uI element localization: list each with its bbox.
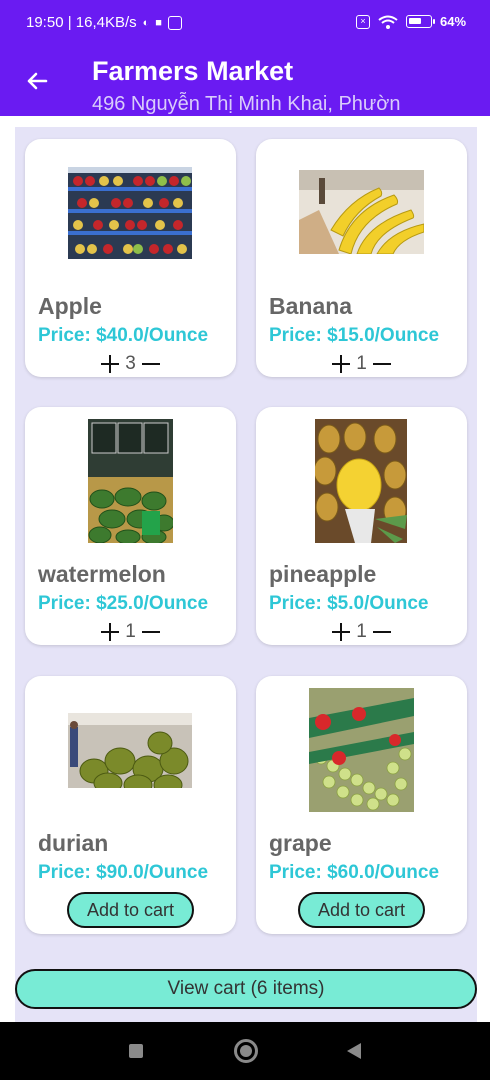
product-name: durian [38,830,109,856]
app-icon [167,15,182,30]
plus-icon[interactable] [101,623,120,641]
product-card-durian[interactable]: durian Price: $90.0/Ounce Add to cart [25,676,236,934]
product-grid: Apple Price: $40.0/Ounce 3 Banana Price:… [15,127,477,1022]
product-card-apple[interactable]: Apple Price: $40.0/Ounce 3 [25,139,236,377]
back-button[interactable] [20,64,54,98]
plus-icon[interactable] [332,623,351,641]
arrow-left-icon [27,72,48,90]
grape-image [309,688,414,812]
page-title: Farmers Market [92,56,294,86]
product-name: watermelon [38,561,166,587]
system-nav-bar [0,1022,490,1080]
quantity-stepper: 1 [256,621,467,643]
battery-percent: 64% [439,14,466,29]
status-right: × 64% [355,14,466,29]
plus-icon[interactable] [332,355,351,373]
view-cart-button[interactable]: View cart (6 items) [15,969,477,1009]
battery-fill [408,18,422,24]
notification-icon: ◐ [142,16,150,29]
minus-icon[interactable] [141,355,160,373]
product-name: Apple [38,293,102,319]
product-card-pineapple[interactable]: pineapple Price: $5.0/Ounce 1 [256,407,467,645]
battery-icon [405,15,435,28]
durian-image [68,713,192,788]
minus-icon[interactable] [372,355,391,373]
store-address: 496 Nguyễn Thị Minh Khai, Phườn [92,93,401,115]
product-price: Price: $25.0/Ounce [38,593,209,614]
product-card-banana[interactable]: Banana Price: $15.0/Ounce 1 [256,139,467,377]
product-name: grape [269,830,332,856]
minus-icon[interactable] [372,623,391,641]
apple-image [68,167,192,259]
status-left: 19:50 | 16,4KB/s ◐ ■ [26,14,182,31]
product-price: Price: $90.0/Ounce [38,862,209,883]
product-name: pineapple [269,561,377,587]
product-price: Price: $40.0/Ounce [38,325,209,346]
sim-off-icon: × [355,14,370,29]
add-to-cart-button[interactable]: Add to cart [67,892,194,928]
product-card-grape[interactable]: grape Price: $60.0/Ounce Add to cart [256,676,467,934]
banana-image [299,170,424,254]
home-icon[interactable] [234,1039,258,1063]
quantity-value: 1 [356,353,367,374]
camera-icon: ■ [155,16,162,29]
product-price: Price: $15.0/Ounce [269,325,440,346]
quantity-value: 3 [125,353,136,374]
product-price: Price: $5.0/Ounce [269,593,429,614]
status-time-speed: 19:50 | 16,4KB/s [26,14,137,31]
product-price: Price: $60.0/Ounce [269,862,440,883]
quantity-stepper: 1 [256,353,467,375]
product-card-watermelon[interactable]: watermelon Price: $25.0/Ounce 1 [25,407,236,645]
pineapple-image [315,419,407,543]
minus-icon[interactable] [141,623,160,641]
back-triangle-icon[interactable] [347,1043,361,1059]
quantity-value: 1 [125,621,136,642]
add-to-cart-button[interactable]: Add to cart [298,892,425,928]
quantity-stepper: 1 [25,621,236,643]
plus-icon[interactable] [101,355,120,373]
quantity-stepper: 3 [25,353,236,375]
app-bar: Farmers Market 496 Nguyễn Thị Minh Khai,… [0,46,490,116]
status-bar: 19:50 | 16,4KB/s ◐ ■ × 64% [0,0,490,46]
watermelon-image [88,419,173,543]
wifi-icon [378,15,398,29]
product-name: Banana [269,293,353,319]
recents-icon[interactable] [129,1044,143,1058]
quantity-value: 1 [356,621,367,642]
